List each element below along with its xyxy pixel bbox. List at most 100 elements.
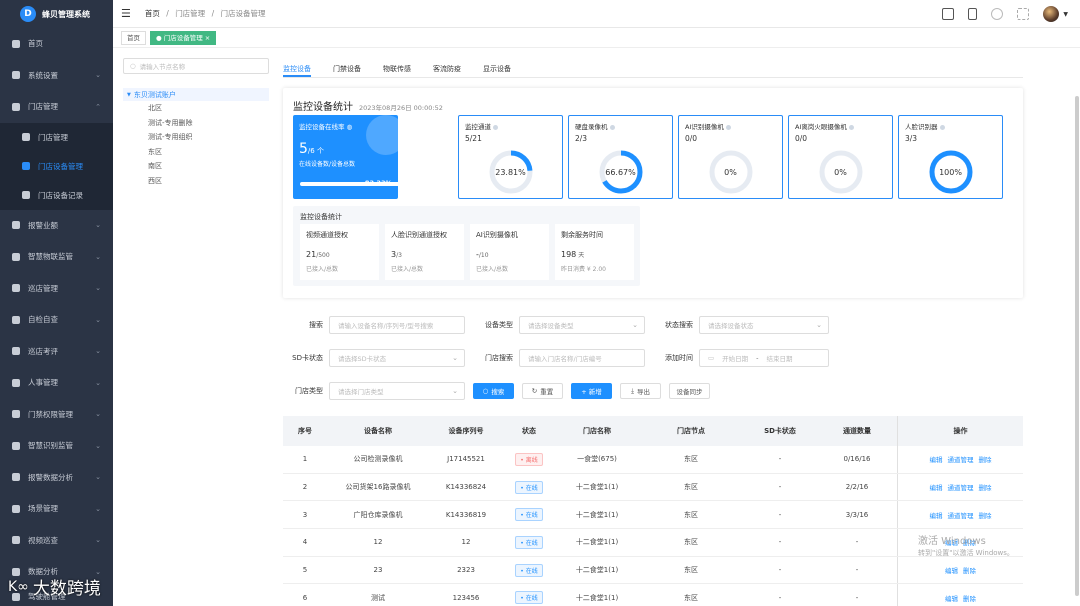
top-bar: ☰ 首页 / 门店管理 / 门店设备管理 ▼	[113, 0, 1080, 28]
row-action-link[interactable]: 编辑	[930, 510, 943, 520]
sidebar-item-hr[interactable]: 人事管理 ⌄	[0, 367, 113, 399]
caret-down-icon[interactable]: ▼	[1063, 11, 1068, 18]
sidebar-item-patrol[interactable]: 巡店管理 ⌄	[0, 273, 113, 305]
info-icon	[493, 124, 498, 130]
license-label: AI识别摄像机	[476, 231, 518, 239]
tab-display[interactable]: 显示设备	[483, 58, 511, 77]
search-button-label: 搜索	[491, 388, 505, 396]
tree-node[interactable]: 东区	[123, 145, 269, 160]
tree-node[interactable]: 西区	[123, 174, 269, 189]
row-action-link[interactable]: 编辑	[930, 482, 943, 492]
sidebar-item-video[interactable]: 视频巡查 ⌄	[0, 525, 113, 557]
store-name: 十二食堂1(1)	[575, 483, 619, 492]
collapse-menu-icon[interactable]: ☰	[121, 7, 131, 20]
sidebar-item-access[interactable]: 门禁权限管理 ⌄	[0, 399, 113, 431]
store-node: 东区	[684, 510, 698, 519]
row-action-link[interactable]: 通道管理	[948, 510, 974, 520]
avatar[interactable]	[1043, 6, 1060, 22]
scrollbar[interactable]	[1075, 96, 1079, 596]
mail-icon[interactable]	[942, 8, 955, 20]
sidebar-item-store-devices[interactable]: 门店设备管理	[0, 152, 113, 181]
row-action-link[interactable]: 通道管理	[948, 454, 974, 464]
sidebar-item-evaluate[interactable]: 巡店考评 ⌄	[0, 336, 113, 368]
breadcrumb-home[interactable]: 首页	[145, 9, 160, 18]
breadcrumb-level1[interactable]: 门店管理	[175, 9, 205, 18]
sidebar-item-device-records[interactable]: 门店设备记录	[0, 181, 113, 210]
gear-icon	[12, 252, 20, 261]
device-name: 公司货架16路录像机	[345, 483, 411, 492]
reset-button-label: 重置	[540, 388, 554, 396]
calendar-icon: ▭	[708, 354, 715, 362]
status-badge: • 在线	[515, 535, 543, 549]
export-button[interactable]: ⤓ 导出	[620, 383, 661, 399]
row-action-link[interactable]: 删除	[979, 454, 992, 464]
sidebar-item-scene[interactable]: 场景管理 ⌄	[0, 493, 113, 525]
add-button[interactable]: + 新增	[571, 383, 612, 399]
app-logo[interactable]: D 蜂贝管理系统	[0, 0, 113, 28]
row-action-link[interactable]: 编辑	[930, 454, 943, 464]
sidebar-item-iot[interactable]: 智慧物联监管 ⌄	[0, 241, 113, 273]
stat-card-value: 2/3	[575, 134, 588, 143]
row-action-link[interactable]: 通道管理	[948, 482, 974, 492]
status-select[interactable]: 请选择设备状态 ⌄	[699, 316, 829, 334]
status-cell: • 在线	[503, 535, 555, 549]
sd-status-select[interactable]: 请选择SD卡状态 ⌄	[329, 349, 465, 367]
tab-traffic[interactable]: 客流防疫	[433, 58, 461, 77]
tab-iot[interactable]: 物联传感	[383, 58, 411, 77]
col-header: 通道数量	[843, 427, 871, 435]
row-action-link[interactable]: 编辑	[945, 593, 958, 603]
chevron-down-icon: ⌄	[95, 347, 101, 356]
device-serial: 12	[461, 538, 471, 547]
dashboard-icon	[12, 39, 20, 48]
sidebar-item-selfcheck[interactable]: 自检自查 ⌄	[0, 304, 113, 336]
license-cell: 剩余服务时间 198 天昨日消费 ¥ 2.00	[555, 224, 634, 280]
channel-count: 0/16/16	[843, 455, 871, 464]
tree-node[interactable]: 北区	[123, 101, 269, 116]
date-range-picker[interactable]: ▭ 开始日期 - 结束日期	[699, 349, 829, 367]
tab-access[interactable]: 门禁设备	[333, 58, 361, 77]
tag-current[interactable]: ● 门店设备管理 ×	[150, 30, 217, 45]
sidebar-item-settings[interactable]: 系统设置 ⌄	[0, 60, 113, 92]
sidebar-item-store-mgmt[interactable]: 门店管理 ⌃	[0, 91, 113, 123]
table-row: 5 23 2323 • 在线 十二食堂1(1) 东区 - - 编辑 删除	[283, 556, 1023, 585]
sidebar-item-label: 巡店管理	[28, 283, 58, 293]
download-icon: ⤓	[631, 386, 634, 395]
fullscreen-icon[interactable]	[1017, 8, 1030, 20]
row-action-link[interactable]: 删除	[979, 510, 992, 520]
tree-root-node[interactable]: ▼ 东贝测试账户	[123, 88, 269, 101]
tree-search-input[interactable]: ○ 请输入节点名称	[123, 58, 269, 74]
search-icon[interactable]	[991, 8, 1004, 20]
sidebar-item-recognition[interactable]: 智慧识别监管 ⌄	[0, 430, 113, 462]
search-button[interactable]: ○ 搜索	[473, 383, 514, 399]
date-start: 开始日期	[722, 355, 749, 363]
sidebar-item-store[interactable]: 门店管理	[0, 123, 113, 152]
clipboard-icon	[12, 315, 20, 324]
tree-node[interactable]: 测试-专用组织	[123, 130, 269, 145]
search-input[interactable]: 请输入设备名称/序列号/型号搜索	[329, 316, 465, 334]
reset-button[interactable]: ↻ 重置	[522, 383, 563, 399]
row-action-link[interactable]: 删除	[979, 482, 992, 492]
progress-ring: 0%	[818, 149, 864, 195]
device-type-select[interactable]: 请选择设备类型 ⌄	[519, 316, 645, 334]
time-label: 添加时间	[665, 354, 693, 362]
tag-home[interactable]: 首页	[121, 30, 146, 45]
sidebar-item-home[interactable]: 首页	[0, 28, 113, 60]
row-action-link[interactable]: 编辑	[945, 565, 958, 575]
store-input[interactable]: 请输入门店名称/门店编号	[519, 349, 645, 367]
store-type-select[interactable]: 请选择门店类型 ⌄	[329, 382, 465, 400]
sidebar-item-alarm[interactable]: 报警业额 ⌄	[0, 210, 113, 242]
tree-node[interactable]: 南区	[123, 159, 269, 174]
info-icon	[609, 124, 615, 130]
online-unit: /6 个	[307, 147, 324, 155]
document-icon[interactable]	[968, 8, 978, 20]
sidebar-item-alarm-analysis[interactable]: 报警数据分析 ⌄	[0, 462, 113, 494]
filter-row: SD卡状态 请选择SD卡状态 ⌄ 门店搜索 请输入门店名称/门店编号 添加时间 ▭…	[283, 349, 829, 367]
license-unit: /500	[316, 252, 330, 259]
status-label: 状态搜索	[665, 321, 693, 329]
tab-monitor[interactable]: 监控设备	[283, 58, 311, 77]
tree-node[interactable]: 测试-专用删除	[123, 116, 269, 131]
sync-button[interactable]: 设备同步	[669, 383, 710, 399]
license-cell: 人脸识别通道授权 3/3 已接入/总数	[385, 224, 464, 280]
row-action-link[interactable]: 删除	[963, 565, 976, 575]
row-action-link[interactable]: 删除	[963, 593, 976, 603]
